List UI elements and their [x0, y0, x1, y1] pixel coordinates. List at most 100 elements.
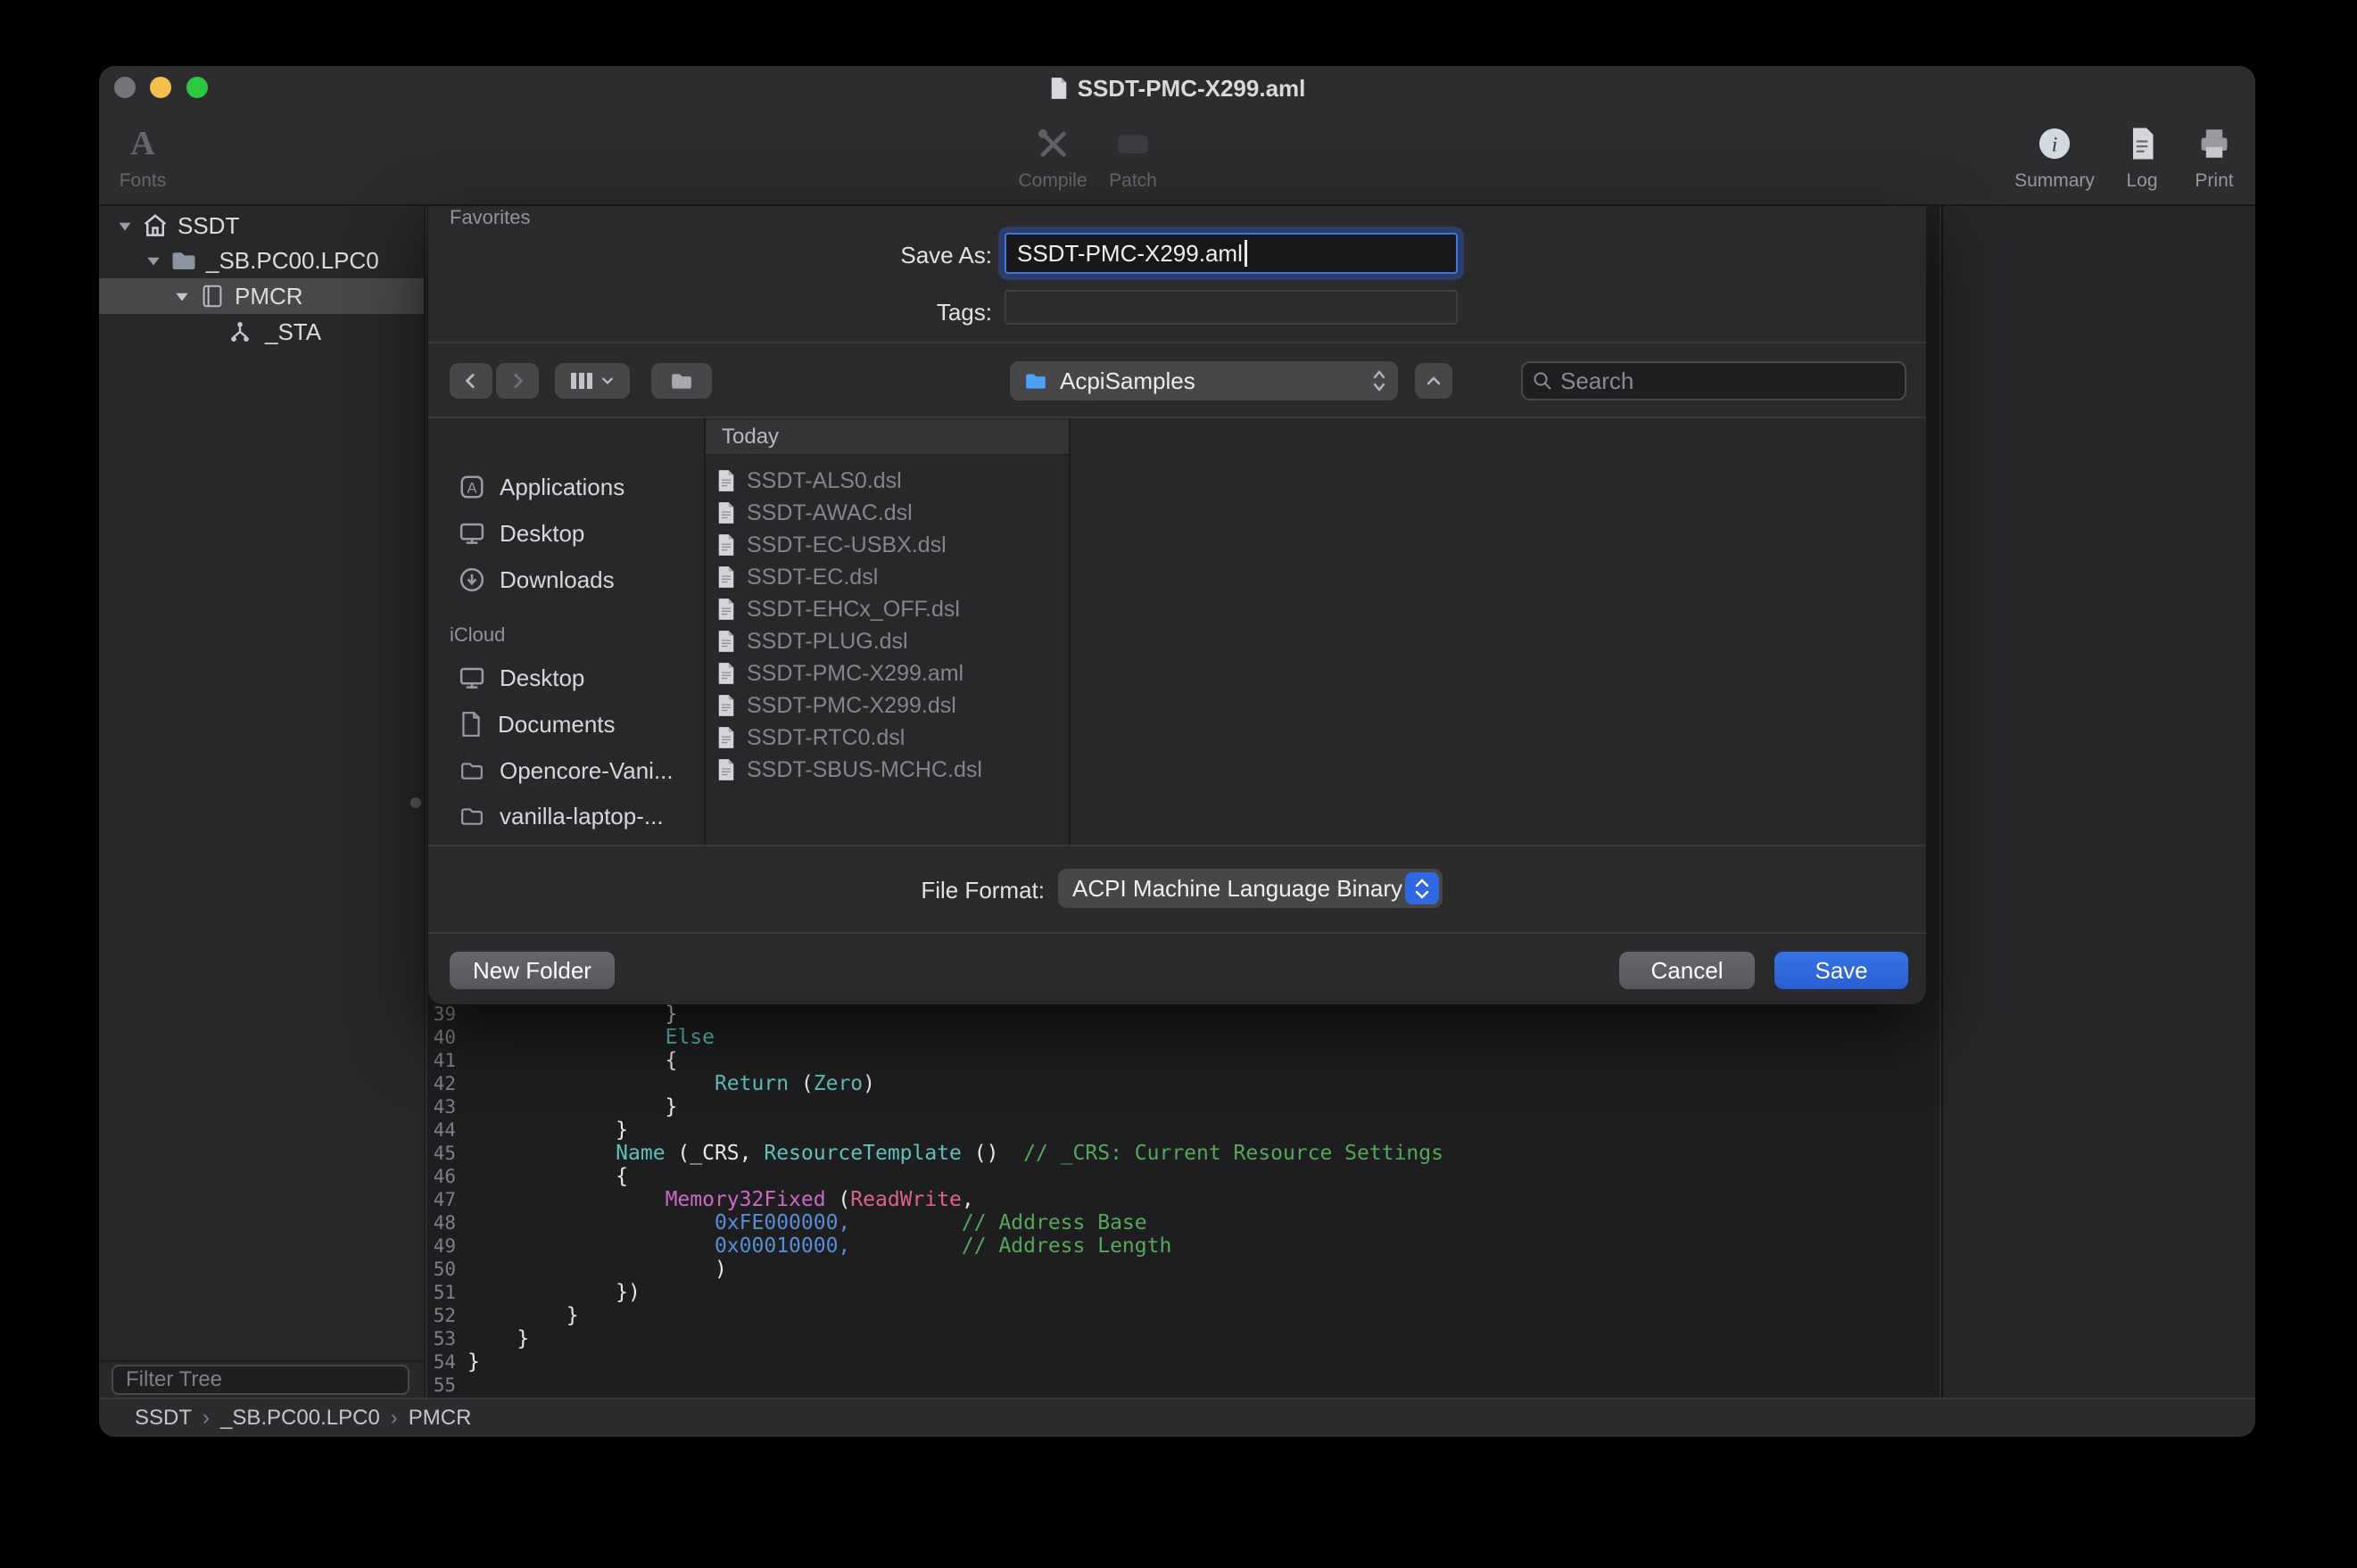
- file-name: SSDT-ALS0.dsl: [747, 468, 902, 494]
- sidebar-item-opencore-folder[interactable]: Opencore-Vani...: [428, 747, 702, 794]
- text-caret: [1245, 240, 1247, 267]
- sidebar-item-icloud-desktop[interactable]: Desktop: [428, 655, 702, 701]
- favorite-label: Desktop: [500, 664, 584, 692]
- file-row[interactable]: SSDT-SBUS-MCHC.dsl: [706, 754, 1069, 786]
- document-icon: [716, 662, 736, 685]
- new-folder-icon-button[interactable]: [651, 363, 712, 399]
- toolbar-log-label: Log: [2126, 170, 2157, 192]
- tree-item-sta[interactable]: _STA: [99, 314, 424, 350]
- forward-button[interactable]: [496, 363, 539, 399]
- sheet-divider: [428, 845, 1926, 846]
- file-name: SSDT-PMC-X299.aml: [747, 661, 963, 687]
- document-icon: [716, 758, 736, 781]
- file-group-header: Today: [706, 420, 1069, 456]
- sidebar-divider: [99, 1360, 424, 1362]
- patch-icon: [1113, 123, 1153, 164]
- file-row[interactable]: SSDT-PLUG.dsl: [706, 625, 1069, 657]
- favorite-label: Desktop: [500, 520, 584, 548]
- toolbar-print-label: Print: [2195, 170, 2233, 192]
- file-list: SSDT-ALS0.dsl SSDT-AWAC.dsl: [706, 465, 1069, 786]
- document-icon: [716, 469, 736, 492]
- toolbar-summary-label: Summary: [2014, 170, 2095, 192]
- toolbar-patch[interactable]: Patch: [1084, 123, 1182, 192]
- document-icon: [716, 501, 736, 524]
- file-row[interactable]: SSDT-PMC-X299.dsl: [706, 689, 1069, 722]
- code-lines[interactable]: } Else { Return (Zero) } } Name (_CRS, R…: [467, 1003, 1922, 1397]
- chevron-right-icon: [508, 371, 527, 391]
- sidebar-item-downloads[interactable]: Downloads: [428, 557, 702, 603]
- desktop-icon: [459, 664, 485, 691]
- back-button[interactable]: [450, 363, 492, 399]
- breadcrumb: SSDT›_SB.PC00.LPC0›PMCR: [135, 1406, 471, 1431]
- tags-label: Tags:: [428, 299, 992, 326]
- file-row[interactable]: SSDT-EC.dsl: [706, 561, 1069, 593]
- folder-icon: [668, 369, 695, 392]
- chevron-up-icon: [1425, 372, 1443, 390]
- log-icon: [2124, 123, 2160, 164]
- document-icon: [716, 533, 736, 557]
- search-input[interactable]: [1560, 367, 1896, 395]
- search-field[interactable]: [1521, 361, 1906, 400]
- tree-item-ssdt[interactable]: SSDT: [99, 208, 424, 243]
- file-row[interactable]: SSDT-EHCx_OFF.dsl: [706, 593, 1069, 625]
- file-browser: Favorites A Applications Desktop Down: [428, 418, 1926, 845]
- print-icon: [2195, 123, 2234, 164]
- file-name: SSDT-AWAC.dsl: [747, 500, 913, 526]
- tree-item-pmcr[interactable]: PMCR: [99, 278, 424, 314]
- filename-field[interactable]: SSDT-PMC-X299.aml: [1005, 233, 1458, 274]
- filter-tree-field[interactable]: [112, 1365, 409, 1395]
- chevron-left-icon: [461, 371, 481, 391]
- cancel-button[interactable]: Cancel: [1619, 952, 1755, 989]
- sidebar-item-desktop[interactable]: Desktop: [428, 510, 702, 557]
- search-icon: [1532, 370, 1553, 392]
- save-button[interactable]: Save: [1774, 952, 1908, 989]
- document-icon: [716, 726, 736, 749]
- sidebar-item-vanilla-folder[interactable]: vanilla-laptop-...: [428, 793, 702, 839]
- file-format-popup[interactable]: ACPI Machine Language Binary: [1058, 869, 1443, 908]
- tags-field[interactable]: [1005, 290, 1458, 325]
- tree-item-label: _SB.PC00.LPC0: [206, 247, 379, 275]
- ssdt-tree-sidebar: SSDT _SB.PC00.LPC0 PMCR: [99, 206, 426, 1398]
- tree-item-sb-pc00-lpc0[interactable]: _SB.PC00.LPC0: [99, 243, 424, 278]
- toolbar-fonts[interactable]: A Fonts: [99, 123, 192, 192]
- view-mode-button[interactable]: [555, 363, 630, 399]
- new-folder-button[interactable]: New Folder: [450, 952, 615, 989]
- disclosure-triangle[interactable]: [115, 216, 135, 235]
- file-row[interactable]: SSDT-RTC0.dsl: [706, 722, 1069, 754]
- file-row[interactable]: SSDT-PMC-X299.aml: [706, 657, 1069, 689]
- sheet-divider: [428, 932, 1926, 934]
- location-popup[interactable]: AcpiSamples: [1010, 361, 1398, 400]
- favorite-label: Opencore-Vani...: [500, 757, 674, 785]
- cancel-label: Cancel: [1651, 957, 1724, 985]
- sidebar-item-documents[interactable]: Documents: [428, 701, 702, 747]
- toolbar-summary[interactable]: i Summary: [2006, 123, 2104, 192]
- file-name: SSDT-EC.dsl: [747, 565, 878, 590]
- sidebar-item-applications[interactable]: A Applications: [428, 464, 702, 510]
- tree-item-label: SSDT: [178, 212, 239, 240]
- status-bar: SSDT›_SB.PC00.LPC0›PMCR: [99, 1398, 2255, 1437]
- desktop-icon: [459, 520, 485, 547]
- code-gutter: 3940414243444546474849505152535455: [420, 1003, 456, 1397]
- collapse-panel-button[interactable]: [1415, 363, 1452, 399]
- disclosure-triangle[interactable]: [172, 286, 192, 306]
- favorite-label: vanilla-laptop-...: [500, 803, 664, 830]
- file-name: SSDT-EC-USBX.dsl: [747, 532, 947, 558]
- file-row[interactable]: SSDT-ALS0.dsl: [706, 465, 1069, 497]
- tree-item-label: PMCR: [235, 283, 303, 310]
- group-header-label: Today: [722, 425, 779, 450]
- splitter-handle[interactable]: [410, 797, 421, 808]
- file-name: SSDT-SBUS-MCHC.dsl: [747, 757, 982, 783]
- disclosure-triangle[interactable]: [144, 251, 163, 270]
- file-row[interactable]: SSDT-EC-USBX.dsl: [706, 529, 1069, 561]
- file-row[interactable]: SSDT-AWAC.dsl: [706, 497, 1069, 529]
- window-title: SSDT-PMC-X299.aml: [1078, 75, 1306, 103]
- toolbar-print[interactable]: Print: [2165, 123, 2255, 192]
- favorite-label: Documents: [498, 711, 616, 739]
- definition-block-icon: [142, 212, 169, 239]
- folder-icon: [459, 759, 485, 782]
- fonts-icon: A: [130, 123, 154, 164]
- favorite-label: Applications: [500, 474, 624, 501]
- column-view-icon: [570, 370, 593, 392]
- svg-text:A: A: [467, 480, 477, 496]
- filter-tree-input[interactable]: [126, 1367, 402, 1392]
